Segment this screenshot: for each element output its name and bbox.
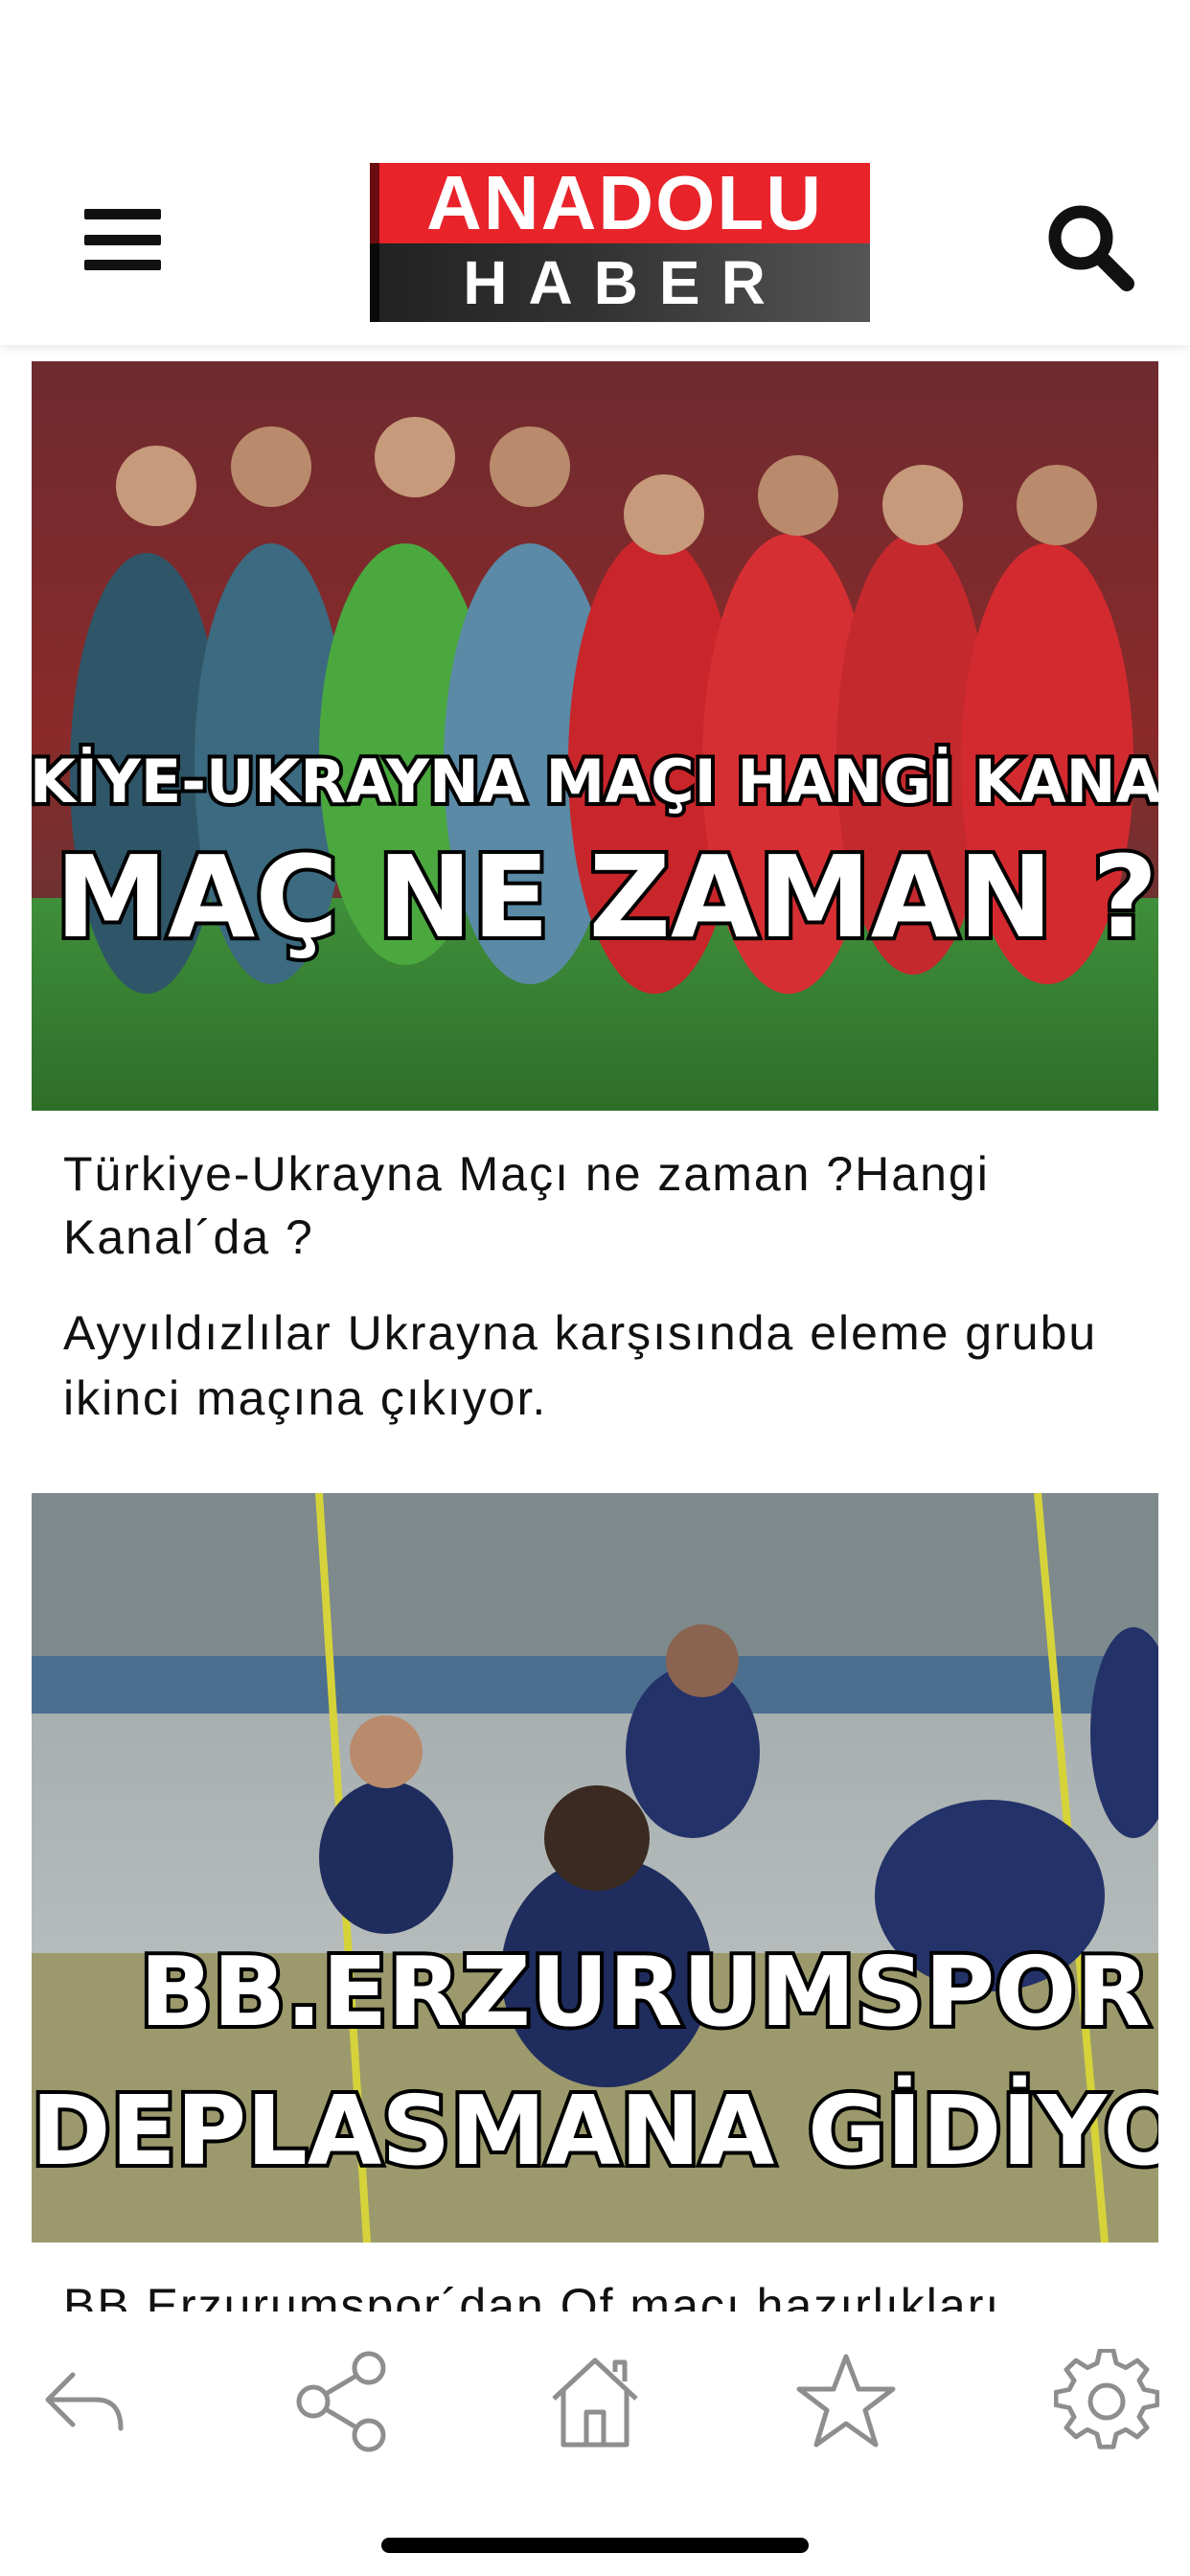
settings-gear-icon[interactable] xyxy=(1049,2344,1164,2459)
search-icon[interactable] xyxy=(1042,199,1138,295)
article-title[interactable]: Türkiye-Ukrayna Maçı ne zaman ?Hangi Kan… xyxy=(63,1142,1127,1269)
menu-bar-top xyxy=(84,209,161,219)
bottom-toolbar xyxy=(0,2312,1190,2576)
star-icon[interactable] xyxy=(789,2344,904,2459)
image-caption-1: BB.ERZURUMSPOR xyxy=(140,1936,1151,2048)
image-caption-1: TÜRKİYE-UKRAYNA MAÇI HANGİ KANALDA xyxy=(32,747,1158,816)
logo-line-2: HABER xyxy=(379,243,870,322)
back-reply-icon[interactable] xyxy=(27,2344,142,2459)
app-header: ANADOLU HABER xyxy=(0,0,1190,345)
share-icon[interactable] xyxy=(286,2344,400,2459)
news-card[interactable]: BB.ERZURUMSPOR DEPLASMANA GİDİYOR BB.Erz… xyxy=(32,1493,1158,2312)
article-title[interactable]: BB.Erzurumspor´dan Of maçı hazırlıkları xyxy=(63,2274,1127,2312)
news-card[interactable]: TÜRKİYE-UKRAYNA MAÇI HANGİ KANALDA MAÇ N… xyxy=(32,361,1158,1473)
article-image[interactable]: TÜRKİYE-UKRAYNA MAÇI HANGİ KANALDA MAÇ N… xyxy=(32,361,1158,1111)
menu-bar-middle xyxy=(84,234,161,245)
logo-line-1: ANADOLU xyxy=(379,163,870,243)
article-image[interactable]: BB.ERZURUMSPOR DEPLASMANA GİDİYOR xyxy=(32,1493,1158,2242)
article-description: Ayyıldızlılar Ukrayna karşısında eleme g… xyxy=(63,1306,1098,1425)
news-feed[interactable]: TÜRKİYE-UKRAYNA MAÇI HANGİ KANALDA MAÇ N… xyxy=(0,345,1190,2312)
image-caption-2: DEPLASMANA GİDİYOR xyxy=(32,2075,1158,2187)
menu-bar-bottom xyxy=(84,260,161,270)
hamburger-menu-icon[interactable] xyxy=(84,201,161,278)
home-indicator xyxy=(381,2538,809,2553)
home-icon[interactable] xyxy=(538,2344,652,2459)
image-caption-2: MAÇ NE ZAMAN ? xyxy=(56,831,1158,963)
anadolu-haber-logo[interactable]: ANADOLU HABER xyxy=(372,163,870,322)
